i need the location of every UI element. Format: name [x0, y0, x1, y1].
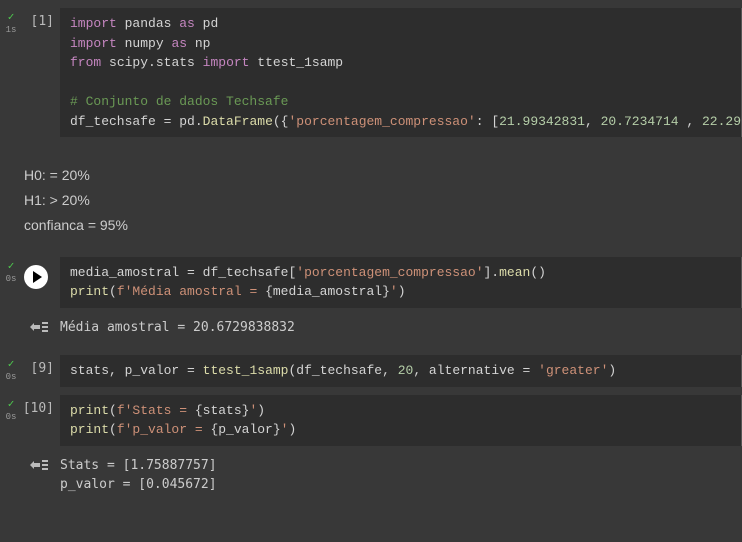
code: ): [288, 422, 296, 437]
cell-status: ✓ 1s: [0, 8, 22, 36]
kw: import: [203, 55, 250, 70]
exec-count: [1]: [22, 8, 60, 29]
code-editor[interactable]: stats, p_valor = ttest_1samp(df_techsafe…: [60, 355, 742, 387]
code: [195, 363, 203, 378]
code: media_amostral: [70, 265, 187, 280]
code: ): [398, 284, 406, 299]
code: 21.99342831: [499, 114, 585, 129]
code: {stats}: [195, 403, 250, 418]
code: stats, p_valor: [70, 363, 187, 378]
mod: scipy.stats: [109, 55, 195, 70]
code: f'Média amostral =: [117, 284, 265, 299]
code: (: [109, 403, 117, 418]
hypothesis-h1: H1: > 20%: [24, 188, 732, 213]
code: print: [70, 284, 109, 299]
code-cell-2: ✓ 0s media_amostral = df_techsafe['porce…: [0, 257, 742, 348]
code: 'greater': [538, 363, 608, 378]
code: : [: [476, 114, 499, 129]
runtime-label: 0s: [6, 372, 17, 382]
code: (: [109, 284, 117, 299]
exec-count: [10]: [22, 395, 60, 416]
kw: as: [179, 16, 195, 31]
code: 'porcentagem_compressao': [296, 265, 483, 280]
code: =: [187, 363, 195, 378]
hypothesis-h0: H0: = 20%: [24, 163, 732, 188]
code: f'Stats =: [117, 403, 195, 418]
code: ': [390, 284, 398, 299]
code-editor[interactable]: media_amostral = df_techsafe['porcentage…: [60, 257, 742, 308]
code: f'p_valor =: [117, 422, 211, 437]
code: (df_techsafe,: [288, 363, 397, 378]
code: ttest_1samp: [203, 363, 289, 378]
check-icon: ✓: [0, 399, 22, 412]
code: ].: [484, 265, 500, 280]
code: df_techsafe: [70, 114, 164, 129]
code: (: [109, 422, 117, 437]
output-toggle-icon[interactable]: [0, 318, 60, 334]
markdown-cell[interactable]: H0: = 20% H1: > 20% confianca = 95%: [0, 157, 742, 245]
comment: # Conjunto de dados Techsafe: [70, 94, 288, 109]
output-text: Média amostral = 20.6729838832: [60, 318, 295, 338]
code: mean: [499, 265, 530, 280]
exec-count: [22, 257, 60, 289]
kw: import: [70, 36, 117, 51]
cell-status: ✓ 0s: [0, 257, 22, 285]
runtime-label: 1s: [6, 25, 17, 35]
code: print: [70, 422, 109, 437]
code-cell-1: ✓ 1s [1] import pandas as pd import nump…: [0, 8, 742, 137]
code: print: [70, 403, 109, 418]
output-line: Stats = [1.75887757]: [60, 458, 217, 473]
code: [530, 363, 538, 378]
alias: np: [195, 36, 211, 51]
kw: from: [70, 55, 101, 70]
cell-status: ✓ 0s: [0, 355, 22, 383]
exec-count: [9]: [22, 355, 60, 376]
run-button[interactable]: [24, 265, 48, 289]
code: =: [187, 265, 195, 280]
cell-status: ✓ 0s: [0, 395, 22, 423]
cell-output: Média amostral = 20.6729838832: [0, 312, 742, 348]
play-icon: [33, 271, 42, 283]
code-cell-4: ✓ 0s [10] print(f'Stats = {stats}') prin…: [0, 395, 742, 505]
kw: import: [70, 16, 117, 31]
code-editor[interactable]: print(f'Stats = {stats}') print(f'p_valo…: [60, 395, 742, 446]
output-toggle-icon[interactable]: [0, 456, 60, 472]
code: DataFrame: [203, 114, 273, 129]
check-icon: ✓: [0, 12, 22, 25]
check-icon: ✓: [0, 359, 22, 372]
code: ): [257, 403, 265, 418]
output-text: Stats = [1.75887757] p_valor = [0.045672…: [60, 456, 217, 495]
notebook: ✓ 1s [1] import pandas as pd import nump…: [0, 0, 742, 505]
code: df_techsafe[: [195, 265, 296, 280]
code: ,: [585, 114, 601, 129]
code: {media_amostral}: [265, 284, 390, 299]
code: {p_valor}: [210, 422, 280, 437]
kw: as: [171, 36, 187, 51]
runtime-label: 0s: [6, 412, 17, 422]
code-editor[interactable]: import pandas as pd import numpy as np f…: [60, 8, 742, 137]
alias: pd: [203, 16, 219, 31]
code: 20.7234714: [601, 114, 679, 129]
runtime-label: 0s: [6, 274, 17, 284]
code: 20: [398, 363, 414, 378]
name: ttest_1samp: [257, 55, 343, 70]
code: pd.: [171, 114, 202, 129]
output-line: p_valor = [0.045672]: [60, 477, 217, 492]
code: 22.2953: [702, 114, 742, 129]
mod: numpy: [125, 36, 164, 51]
code: ({: [273, 114, 289, 129]
cell-output: Stats = [1.75887757] p_valor = [0.045672…: [0, 450, 742, 505]
check-icon: ✓: [0, 261, 22, 274]
code-cell-3: ✓ 0s [9] stats, p_valor = ttest_1samp(df…: [0, 355, 742, 387]
code: 'porcentagem_compressao': [288, 114, 475, 129]
code: (): [530, 265, 546, 280]
code: , alternative: [413, 363, 522, 378]
code: ): [608, 363, 616, 378]
confidence-text: confianca = 95%: [24, 213, 732, 238]
mod: pandas: [125, 16, 172, 31]
code: ,: [679, 114, 702, 129]
